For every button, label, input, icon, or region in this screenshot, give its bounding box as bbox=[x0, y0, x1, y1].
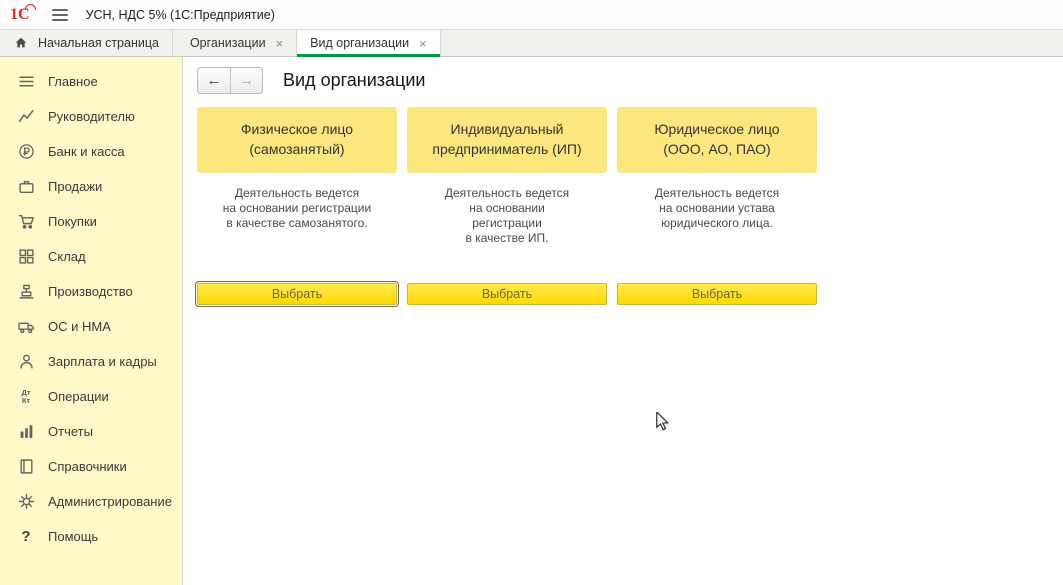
sidebar-item-label: Покупки bbox=[48, 214, 97, 229]
gear-icon bbox=[17, 493, 35, 511]
book-icon bbox=[17, 458, 35, 476]
bar-chart-icon bbox=[17, 423, 35, 441]
dt-kt-icon: ДтКт bbox=[17, 388, 35, 406]
sidebar-item-label: Справочники bbox=[48, 459, 127, 474]
machine-press-icon bbox=[17, 283, 35, 301]
card-description: Деятельность ведется на основании регист… bbox=[407, 186, 607, 246]
sidebar-item-label: Отчеты bbox=[48, 424, 93, 439]
history-nav: ← → bbox=[197, 67, 263, 94]
main-content: ← → Вид организации Физическое лицо (сам… bbox=[183, 57, 1063, 585]
card-description: Деятельность ведется на основании регист… bbox=[197, 186, 397, 231]
sidebar-item-label: ОС и НМА bbox=[48, 319, 111, 334]
sidebar-item-administration[interactable]: Администрирование bbox=[0, 484, 182, 519]
back-button[interactable]: ← bbox=[198, 68, 230, 93]
question-icon: ? bbox=[17, 528, 35, 546]
sidebar-item-label: Банк и касса bbox=[48, 144, 125, 159]
sidebar-item-reports[interactable]: Отчеты bbox=[0, 414, 182, 449]
card-individual-selfemployed: Физическое лицо (самозанятый) Деятельнос… bbox=[197, 107, 397, 305]
card-title: Физическое лицо (самозанятый) bbox=[197, 107, 397, 173]
sidebar-item-label: Помощь bbox=[48, 529, 98, 544]
1c-logo: 1С bbox=[10, 7, 34, 23]
tab-organizations[interactable]: Организации × bbox=[177, 30, 297, 56]
sidebar-item-label: Склад bbox=[48, 249, 86, 264]
menu-lines-icon bbox=[17, 73, 35, 91]
sidebar-item-manager[interactable]: Руководителю bbox=[0, 99, 182, 134]
sidebar-item-operations[interactable]: ДтКт Операции bbox=[0, 379, 182, 414]
tab-bar: Начальная страница Организации × Вид орг… bbox=[0, 30, 1063, 57]
card-description: Деятельность ведется на основании устава… bbox=[617, 186, 817, 231]
sidebar-item-main[interactable]: Главное bbox=[0, 64, 182, 99]
titlebar: 1С УСН, НДС 5% (1С:Предприятие) bbox=[0, 0, 1063, 30]
sidebar-item-warehouse[interactable]: Склад bbox=[0, 239, 182, 274]
grid-icon bbox=[17, 248, 35, 266]
sidebar-item-label: Главное bbox=[48, 74, 98, 89]
main-menu-icon[interactable] bbox=[52, 9, 68, 21]
truck-icon bbox=[17, 318, 35, 336]
card-entrepreneur-ip: Индивидуальный предприниматель (ИП) Деят… bbox=[407, 107, 607, 305]
briefcase-icon bbox=[17, 178, 35, 196]
window-title: УСН, НДС 5% (1С:Предприятие) bbox=[86, 8, 275, 22]
person-icon bbox=[17, 353, 35, 371]
content-topbar: ← → Вид организации bbox=[197, 67, 1063, 94]
select-button-legal[interactable]: Выбрать bbox=[617, 283, 817, 305]
tab-label: Вид организации bbox=[310, 36, 409, 50]
coin-ruble-icon bbox=[17, 143, 35, 161]
sidebar-item-payroll[interactable]: Зарплата и кадры bbox=[0, 344, 182, 379]
forward-button[interactable]: → bbox=[230, 68, 262, 93]
tab-organization-kind[interactable]: Вид организации × bbox=[297, 30, 441, 56]
sidebar-item-label: Руководителю bbox=[48, 109, 135, 124]
page-title: Вид организации bbox=[283, 70, 425, 91]
sidebar-item-label: Операции bbox=[48, 389, 109, 404]
sidebar-item-purchases[interactable]: Покупки bbox=[0, 204, 182, 239]
card-title: Индивидуальный предприниматель (ИП) bbox=[407, 107, 607, 173]
shopping-cart-icon bbox=[17, 213, 35, 231]
sidebar-item-help[interactable]: ? Помощь bbox=[0, 519, 182, 554]
trend-chart-icon bbox=[17, 108, 35, 126]
select-button-selfemployed[interactable]: Выбрать bbox=[197, 283, 397, 305]
close-icon[interactable]: × bbox=[419, 37, 427, 50]
organization-kind-cards: Физическое лицо (самозанятый) Деятельнос… bbox=[197, 107, 1063, 305]
sidebar-item-label: Производство bbox=[48, 284, 133, 299]
card-legal-entity: Юридическое лицо (ООО, АО, ПАО) Деятельн… bbox=[617, 107, 817, 305]
sidebar: Главное Руководителю Банк и касса Продаж… bbox=[0, 57, 183, 585]
sidebar-item-label: Продажи bbox=[48, 179, 102, 194]
tab-label: Организации bbox=[190, 36, 266, 50]
card-title: Юридическое лицо (ООО, АО, ПАО) bbox=[617, 107, 817, 173]
select-button-ip[interactable]: Выбрать bbox=[407, 283, 607, 305]
sidebar-item-sales[interactable]: Продажи bbox=[0, 169, 182, 204]
sidebar-item-production[interactable]: Производство bbox=[0, 274, 182, 309]
home-icon bbox=[12, 34, 30, 52]
sidebar-item-label: Администрирование bbox=[48, 494, 172, 509]
sidebar-item-bank-cash[interactable]: Банк и касса bbox=[0, 134, 182, 169]
sidebar-item-directories[interactable]: Справочники bbox=[0, 449, 182, 484]
tab-home[interactable]: Начальная страница bbox=[0, 30, 173, 56]
sidebar-item-label: Зарплата и кадры bbox=[48, 354, 157, 369]
close-icon[interactable]: × bbox=[276, 37, 284, 50]
tab-label: Начальная страница bbox=[38, 36, 159, 50]
sidebar-item-assets[interactable]: ОС и НМА bbox=[0, 309, 182, 344]
